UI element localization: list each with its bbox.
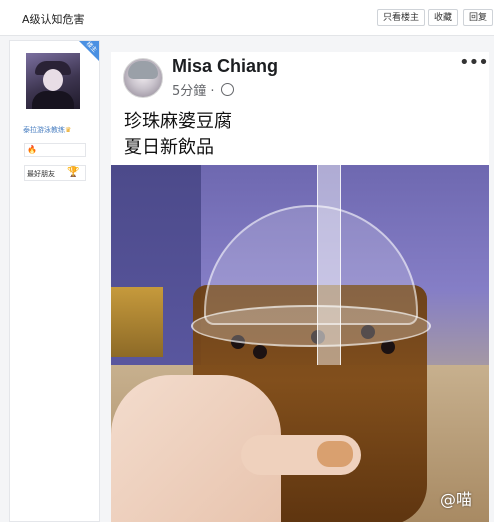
reply-button[interactable]: 回复 [463, 9, 494, 26]
best-friend-box[interactable]: 最好朋友 🏆 [24, 165, 86, 181]
crown-icon: ♛ [65, 126, 72, 134]
best-friend-label: 最好朋友 [27, 170, 55, 178]
username-link[interactable]: 泰拉游泳教练♛ [23, 125, 71, 135]
author-avatar[interactable] [123, 58, 163, 98]
thread-title: A级认知危害 [22, 13, 85, 26]
more-options-icon[interactable]: ••• [459, 52, 489, 73]
post-text-line1: 珍珠麻婆豆腐 [124, 111, 232, 132]
trophy-icon: 🏆 [67, 167, 80, 178]
watermark: @喵 [440, 490, 473, 509]
user-sidebar: 楼主 泰拉游泳教练♛ 🔥 最好朋友 🏆 [9, 40, 100, 522]
cup-lid [204, 205, 418, 325]
globe-icon [220, 83, 234, 96]
fire-badge: 🔥 [24, 143, 86, 157]
username-text: 泰拉游泳教练 [23, 126, 65, 134]
straw [317, 165, 341, 365]
only-op-button[interactable]: 只看楼主 [377, 9, 426, 26]
post-time: 5分鐘 · [172, 84, 215, 99]
fire-icon: 🔥 [27, 145, 37, 154]
favorite-button[interactable]: 收藏 [428, 9, 459, 26]
post-text-line2: 夏日新飲品 [124, 137, 214, 158]
top-bar: A级认知危害 只看楼主 收藏 回复 [0, 0, 494, 36]
embedded-post: Misa Chiang 5分鐘 · ••• 珍珠麻婆豆腐 夏日新飲品 [111, 52, 489, 522]
post-meta: 5分鐘 · [172, 80, 234, 99]
author-name[interactable]: Misa Chiang [172, 56, 278, 77]
user-avatar[interactable] [26, 53, 80, 109]
post-photo[interactable] [111, 165, 489, 522]
